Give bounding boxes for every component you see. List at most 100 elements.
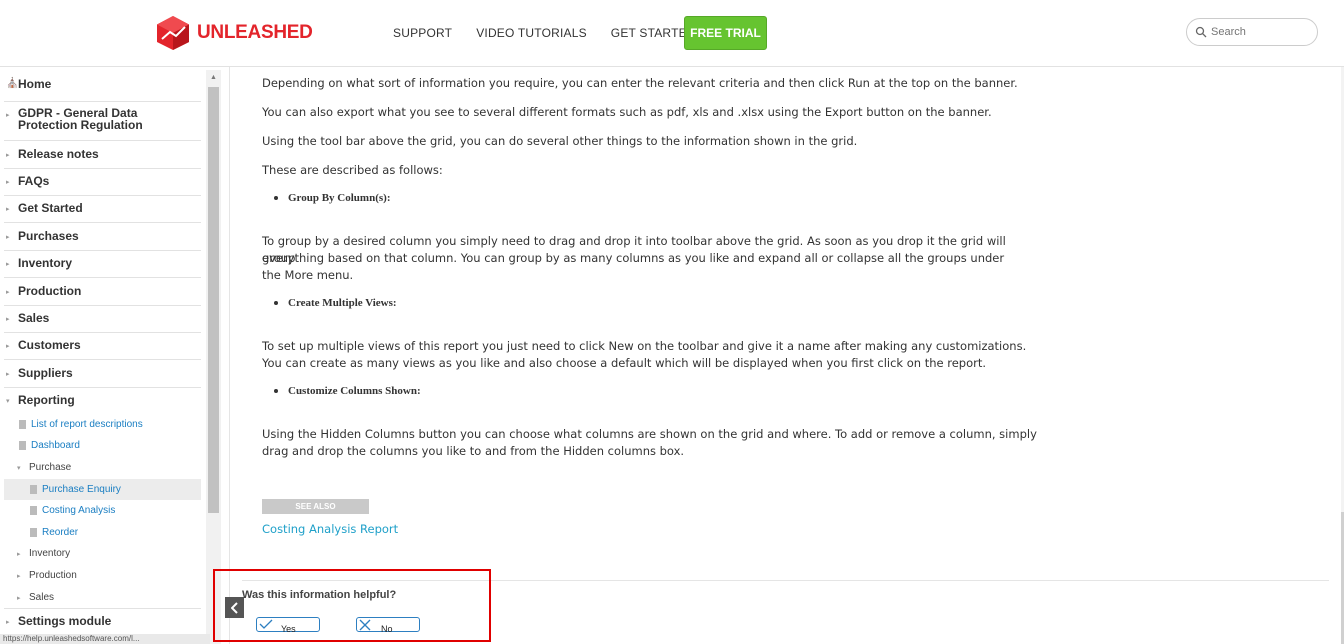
paragraph-group-line-2: everything based on that column. You can… bbox=[262, 251, 1005, 265]
sidebar-item-purchases[interactable]: ▸ Purchases bbox=[4, 229, 201, 251]
document-icon bbox=[19, 441, 26, 450]
sidebar-item-customers[interactable]: ▸ Customers bbox=[4, 338, 201, 360]
paragraph-export: You can also export what you see to seve… bbox=[262, 105, 992, 119]
nav-video-tutorials[interactable]: VIDEO TUTORIALS bbox=[476, 26, 587, 40]
sidebar-item-label: GDPR - General Data Protection Regulatio… bbox=[18, 106, 143, 132]
expand-arrow-icon: ▸ bbox=[6, 343, 10, 350]
sidebar-item-list-of-report-descriptions[interactable]: List of report descriptions bbox=[19, 419, 143, 430]
costing-analysis-report-link[interactable]: Costing Analysis Report bbox=[262, 522, 398, 536]
paragraph-group-line-3: the More menu. bbox=[262, 268, 354, 282]
expand-arrow-icon: ▸ bbox=[6, 261, 10, 268]
bullet-group-by-column: Group By Column(s): bbox=[274, 192, 390, 204]
sidebar-item-reporting[interactable]: ▾ Reporting bbox=[4, 393, 201, 413]
sidebar-item-production[interactable]: ▸ Production bbox=[4, 284, 201, 306]
sidebar-item-label: FAQs bbox=[18, 174, 50, 188]
expand-arrow-icon: ▸ bbox=[6, 289, 10, 296]
collapse-arrow-icon: ▾ bbox=[17, 464, 21, 472]
sidebar-item-purchase[interactable]: ▾ Purchase bbox=[17, 462, 71, 473]
sidebar-item-release-notes[interactable]: ▸ Release notes bbox=[4, 147, 201, 169]
expand-arrow-icon: ▸ bbox=[6, 234, 10, 241]
document-icon bbox=[30, 485, 37, 494]
cube-logo-icon bbox=[157, 16, 189, 50]
sidebar-item-get-started[interactable]: ▸ Get Started bbox=[4, 201, 201, 223]
paragraph-described: These are described as follows: bbox=[262, 163, 443, 177]
bullet-create-multiple-views: Create Multiple Views: bbox=[274, 297, 397, 309]
scroll-up-arrow-icon[interactable]: ▲ bbox=[206, 72, 221, 84]
document-icon bbox=[30, 506, 37, 515]
sidebar-item-label: Settings module bbox=[18, 614, 112, 628]
sidebar-item-inventory-reports[interactable]: ▸ Inventory bbox=[17, 548, 70, 559]
sidebar-item-suppliers[interactable]: ▸ Suppliers bbox=[4, 366, 201, 388]
paragraph-views-line-1: To set up multiple views of this report … bbox=[262, 339, 1027, 353]
sidebar-item-home[interactable]: ⛪ Home bbox=[4, 77, 201, 102]
sidebar-item-sales[interactable]: ▸ Sales bbox=[4, 311, 201, 333]
expand-arrow-icon: ▸ bbox=[17, 594, 21, 602]
sidebar-divider bbox=[4, 608, 201, 609]
bullet-dot-icon bbox=[274, 301, 278, 305]
sidebar-item-faqs[interactable]: ▸ FAQs bbox=[4, 174, 201, 196]
check-icon bbox=[259, 619, 273, 629]
document-icon bbox=[19, 420, 26, 429]
nav-support[interactable]: SUPPORT bbox=[393, 26, 452, 40]
sidebar-item-dashboard[interactable]: Dashboard bbox=[19, 440, 80, 451]
expand-arrow-icon: ▸ bbox=[17, 572, 21, 580]
paragraph-columns-line-2: drag and drop the columns you like to an… bbox=[262, 444, 685, 458]
sidebar-item-label: Home bbox=[18, 77, 52, 91]
sidebar-item-reorder[interactable]: Reorder bbox=[30, 527, 78, 538]
top-nav: SUPPORT VIDEO TUTORIALS GET STARTED bbox=[393, 26, 720, 40]
expand-arrow-icon: ▸ bbox=[6, 112, 10, 119]
sidebar-item-label: Sales bbox=[18, 311, 50, 325]
feedback-no-button[interactable]: No bbox=[356, 617, 420, 634]
sidebar-item-label: Release notes bbox=[18, 147, 99, 161]
paragraph-views-line-2: You can create as many views as you like… bbox=[262, 356, 987, 370]
sidebar-item-production-reports[interactable]: ▸ Production bbox=[17, 570, 77, 581]
sidebar-item-label: Get Started bbox=[18, 201, 83, 215]
sidebar-item-purchase-enquiry[interactable]: Purchase Enquiry bbox=[30, 484, 121, 495]
paragraph-run-criteria: Depending on what sort of information yo… bbox=[262, 76, 1018, 90]
document-icon bbox=[30, 528, 37, 537]
sidebar-item-label: Purchases bbox=[18, 229, 79, 243]
collapse-arrow-icon: ▾ bbox=[6, 398, 10, 405]
sidebar-item-label: Reporting bbox=[18, 393, 75, 407]
bullet-dot-icon bbox=[274, 196, 278, 200]
bullet-dot-icon bbox=[274, 389, 278, 393]
sidebar-item-gdpr[interactable]: ▸ GDPR - General Data Protection Regulat… bbox=[4, 107, 201, 141]
chevron-left-icon bbox=[230, 601, 238, 614]
sidebar-item-label: Customers bbox=[18, 338, 81, 352]
bullet-customize-columns: Customize Columns Shown: bbox=[274, 385, 421, 397]
feedback-question: Was this information helpful? bbox=[242, 589, 397, 601]
brand-logo[interactable]: UNLEASHED bbox=[156, 15, 313, 51]
see-also-heading: SEE ALSO bbox=[262, 499, 369, 514]
feedback-yes-button[interactable]: Yes bbox=[256, 617, 320, 634]
sidebar-item-label: Suppliers bbox=[18, 366, 73, 380]
sidebar-item-inventory[interactable]: ▸ Inventory bbox=[4, 256, 201, 278]
status-bar-url: https://help.unleashedsoftware.com/l... bbox=[0, 634, 210, 644]
paragraph-toolbar: Using the tool bar above the grid, you c… bbox=[262, 134, 858, 148]
expand-arrow-icon: ▸ bbox=[6, 206, 10, 213]
close-icon bbox=[359, 619, 371, 631]
sidebar-item-sales-reports[interactable]: ▸ Sales bbox=[17, 592, 54, 603]
expand-arrow-icon: ▸ bbox=[17, 550, 21, 558]
site-header: UNLEASHED SUPPORT VIDEO TUTORIALS GET ST… bbox=[0, 0, 1344, 67]
search-input[interactable] bbox=[1211, 26, 1311, 38]
sidebar-scrollbar[interactable]: ▲ bbox=[206, 70, 221, 644]
expand-arrow-icon: ▸ bbox=[6, 179, 10, 186]
content-left-border bbox=[229, 67, 230, 644]
expand-arrow-icon: ▸ bbox=[6, 371, 10, 378]
sidebar-item-label: Inventory bbox=[18, 256, 73, 270]
feedback-highlight-box bbox=[213, 569, 491, 642]
scrollbar-thumb[interactable] bbox=[208, 87, 219, 513]
sidebar-item-label: Production bbox=[18, 284, 82, 298]
free-trial-button[interactable]: FREE TRIAL bbox=[684, 16, 767, 50]
search-box[interactable] bbox=[1186, 18, 1318, 46]
sidebar-item-costing-analysis[interactable]: Costing Analysis bbox=[30, 505, 115, 516]
nav-get-started[interactable]: GET STARTED bbox=[611, 26, 696, 40]
expand-arrow-icon: ▸ bbox=[6, 619, 10, 626]
search-icon bbox=[1195, 26, 1207, 38]
expand-arrow-icon: ▸ bbox=[6, 152, 10, 159]
sidebar-item-settings-module[interactable]: ▸ Settings module bbox=[4, 614, 201, 634]
expand-arrow-icon: ▸ bbox=[6, 316, 10, 323]
home-icon: ⛪ bbox=[6, 78, 19, 89]
sidebar-nav: ⛪ Home ▸ GDPR - General Data Protection … bbox=[0, 67, 206, 644]
brand-name: UNLEASHED bbox=[197, 22, 313, 43]
